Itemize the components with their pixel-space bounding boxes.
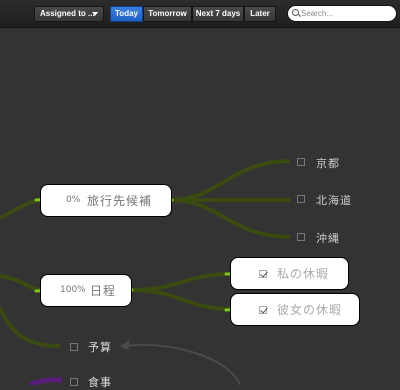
her-vacation-label: 彼女の休暇 [277,303,343,317]
node-schedule-label: 日程 [90,284,117,298]
branch-root-budget [0,307,61,348]
budget-label[interactable]: 予算 [88,339,112,355]
search-input[interactable] [301,7,393,20]
tab-today[interactable]: Today [110,6,143,22]
her-vacation-checkbox[interactable] [259,306,267,314]
dependency-arrow [123,343,241,385]
purple-branch [28,377,63,385]
assigned-filter-dropdown[interactable]: Assigned to ... [34,6,104,22]
branch-schedule-mine [129,272,233,292]
node-her-vacation[interactable]: 彼女の休暇 [230,293,360,326]
tab-later[interactable]: Later [244,6,276,22]
assigned-filter-label: Assigned to ... [40,9,95,18]
okinawa-label[interactable]: 沖縄 [316,230,340,246]
branch-travel-kyoto [169,159,291,202]
branch-root-schedule [0,274,43,292]
node-travel-percent: 0% [66,195,81,205]
kyoto-label[interactable]: 京都 [316,155,340,171]
search-box [287,5,397,22]
node-schedule-percent: 100% [60,285,86,295]
mind-map-canvas[interactable]: 0% 旅行先候補 100% 日程 私の休暇 彼女の休暇 京都 北海道 沖縄 予算… [0,28,400,389]
tab-next-7-days[interactable]: Next 7 days [192,6,244,22]
meal-label[interactable]: 食事 [88,374,112,390]
chevron-down-icon [92,12,98,16]
hokkaido-checkbox[interactable] [297,195,305,203]
branch-root-travel [0,198,43,220]
branch-schedule-hers [129,288,233,311]
search-icon [292,9,299,16]
my-vacation-checkbox[interactable] [259,270,267,278]
arrowhead-icon [120,340,130,350]
node-schedule[interactable]: 100% 日程 [40,274,132,307]
node-travel-candidates[interactable]: 0% 旅行先候補 [40,184,172,217]
branch-travel-okinawa [169,198,291,239]
kyoto-checkbox[interactable] [297,158,305,166]
okinawa-checkbox[interactable] [297,233,305,241]
toolbar: Assigned to ... Today Tomorrow Next 7 da… [0,0,400,28]
budget-checkbox[interactable] [70,343,78,351]
node-travel-label: 旅行先候補 [87,194,153,208]
tab-tomorrow[interactable]: Tomorrow [143,6,192,22]
my-vacation-label: 私の休暇 [277,267,330,281]
node-my-vacation[interactable]: 私の休暇 [230,257,349,290]
hokkaido-label[interactable]: 北海道 [316,192,352,208]
